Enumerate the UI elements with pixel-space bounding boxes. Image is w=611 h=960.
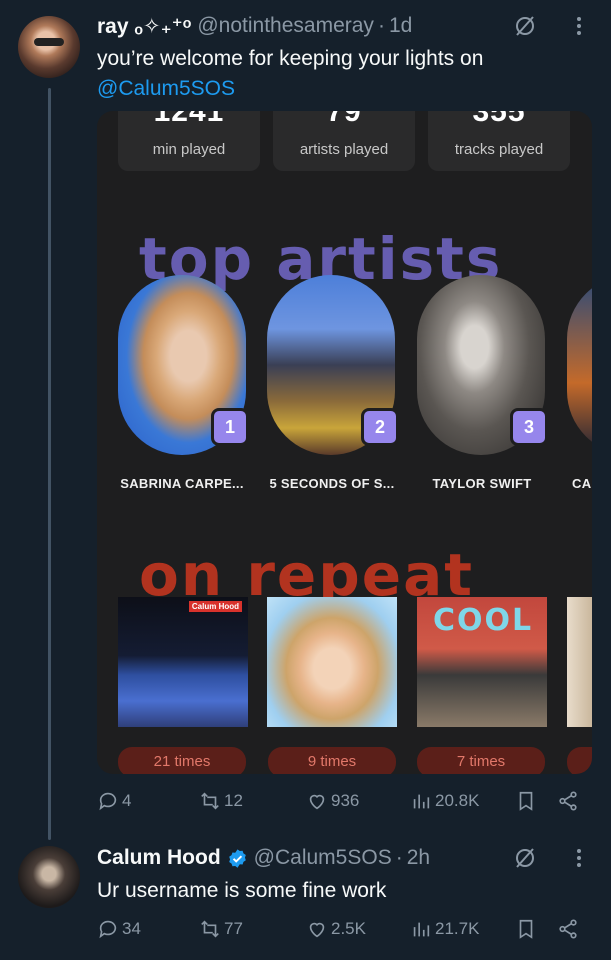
artist-name-2: 5 SECONDS OF S... [269, 476, 395, 491]
stat-value: 1241 [153, 111, 225, 128]
stat-label: artists played [299, 141, 389, 158]
reply-button[interactable]: 4 [97, 790, 131, 812]
tweet-actions: 34 77 2.5K 21.7K [97, 918, 597, 944]
album-cover-1: Calum Hood [118, 597, 248, 727]
views-icon [413, 922, 430, 937]
thread-connector-line [48, 88, 51, 840]
album-cover-3: COOL [417, 597, 547, 727]
artist-name-1: SABRINA CARPE... [120, 476, 244, 491]
bookmark-button[interactable] [515, 918, 540, 940]
reply-icon [99, 920, 117, 939]
stat-value: 355 [472, 111, 526, 128]
author-name[interactable]: Calum Hood [97, 846, 221, 870]
stat-artists-played: 79 artists played [273, 111, 415, 171]
views-button[interactable]: 21.7K [410, 918, 479, 940]
media-image[interactable]: 1241 min played 79 artists played 355 tr… [97, 111, 592, 774]
tweet-text: you’re welcome for keeping your lights o… [97, 44, 597, 104]
views-button[interactable]: 20.8K [410, 790, 479, 812]
tweet-text: Ur username is some fine work [97, 879, 387, 902]
repost-button[interactable]: 77 [199, 918, 243, 940]
tweet: ray ₒ✧₊⁺ᵒ @notinthesameray · 1d you’re w… [97, 8, 597, 104]
share-button[interactable] [557, 790, 582, 812]
rank-badge-3: 3 [510, 408, 548, 446]
view-count: 20.8K [435, 791, 480, 810]
author-handle[interactable]: @Calum5SOS [254, 846, 392, 870]
share-icon [559, 791, 577, 811]
timestamp[interactable]: 2h [407, 846, 430, 870]
bookmark-icon [519, 791, 533, 811]
repost-button[interactable]: 12 [199, 790, 243, 812]
like-icon [309, 794, 325, 810]
rank-badge-2: 2 [361, 408, 399, 446]
bookmark-icon [519, 919, 533, 939]
like-button[interactable]: 936 [306, 790, 359, 812]
share-button[interactable] [557, 918, 582, 940]
rank-badge-1: 1 [211, 408, 249, 446]
album-cover-text: Calum Hood [188, 601, 242, 612]
views-icon [413, 794, 430, 809]
album-cover-4 [567, 597, 592, 727]
tweet-actions: 4 12 936 20.8K [97, 790, 597, 816]
like-icon [309, 922, 325, 938]
separator: · [395, 846, 403, 869]
tweet: Calum Hood @Calum5SOS · 2h Ur username i… [97, 840, 597, 906]
share-icon [559, 919, 577, 939]
album-cover-2 [267, 597, 397, 727]
reply-count: 34 [122, 919, 141, 938]
album-cover-text: COOL [433, 603, 534, 638]
artist-name-3: TAYLOR SWIFT [432, 476, 532, 491]
repost-count: 77 [224, 919, 243, 938]
avatar[interactable] [18, 16, 80, 78]
repeat-count-1: 21 times [118, 747, 246, 774]
reply-count: 4 [122, 791, 132, 810]
like-count: 2.5K [331, 919, 366, 938]
verified-icon [228, 848, 246, 868]
repost-count: 12 [224, 791, 243, 810]
grok-icon[interactable] [513, 846, 537, 870]
stat-tracks-played: 355 tracks played [428, 111, 570, 171]
bookmark-button[interactable] [515, 790, 540, 812]
artist-name-4: CA [572, 476, 592, 491]
reply-icon [99, 792, 117, 811]
reply-button[interactable]: 34 [97, 918, 141, 940]
separator: · [377, 14, 385, 37]
stat-min-played: 1241 min played [118, 111, 260, 171]
timestamp[interactable]: 1d [389, 14, 412, 38]
more-icon[interactable] [567, 846, 591, 870]
grok-icon[interactable] [513, 14, 537, 38]
like-count: 936 [331, 791, 360, 810]
stat-value: 79 [326, 111, 362, 128]
repeat-count-2: 9 times [268, 747, 396, 774]
like-button[interactable]: 2.5K [306, 918, 366, 940]
repost-icon [201, 920, 219, 938]
mention-link[interactable]: @Calum5SOS [97, 74, 597, 104]
artist-photo-4 [567, 275, 592, 455]
repeat-count-3: 7 times [417, 747, 545, 774]
author-handle[interactable]: @notinthesameray [197, 14, 374, 38]
view-count: 21.7K [435, 919, 480, 938]
repost-icon [201, 792, 219, 810]
avatar[interactable] [18, 846, 80, 908]
stat-label: tracks played [454, 141, 544, 158]
stat-label: min played [152, 141, 226, 158]
tweet-text-line: you’re welcome for keeping your lights o… [97, 47, 484, 70]
author-name[interactable]: ray ₒ✧₊⁺ᵒ [97, 14, 191, 39]
more-icon[interactable] [567, 14, 591, 38]
repeat-count-4 [567, 747, 592, 774]
